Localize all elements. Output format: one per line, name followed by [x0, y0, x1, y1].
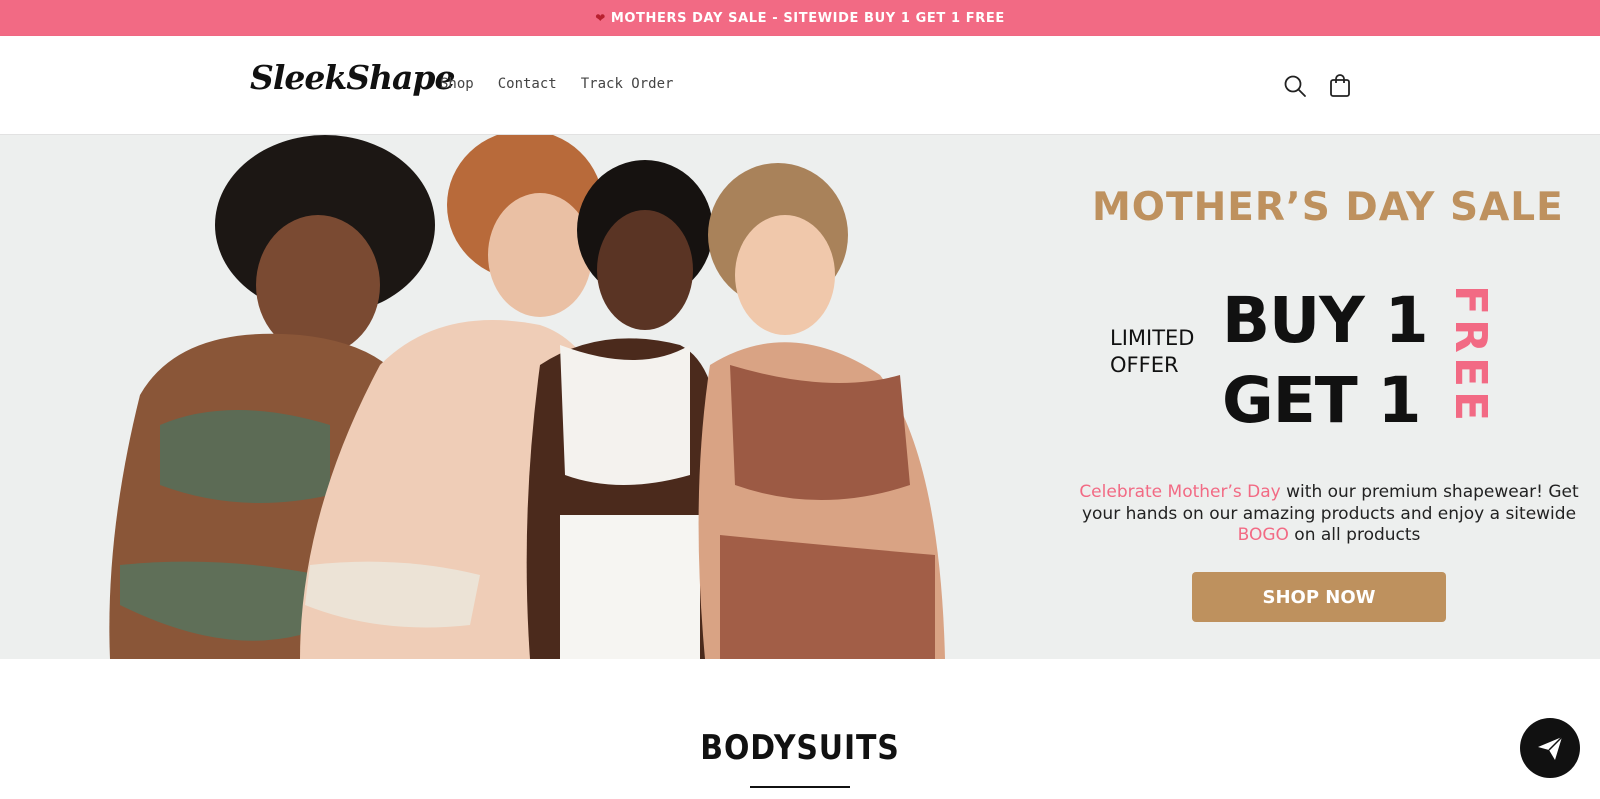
search-icon[interactable] — [1281, 72, 1309, 100]
promo-bogo: BOGO — [1237, 525, 1289, 545]
promo-panel: MOTHER’S DAY SALE LIMITED OFFER BUY 1 GE… — [1064, 135, 1600, 659]
bogo-line-1: BUY 1 — [1222, 284, 1429, 357]
bogo-line-2: GET 1 — [1222, 364, 1421, 437]
site-header: SleekShape Shop Contact Track Order — [0, 36, 1600, 135]
announcement-bar: ❤ MOTHERS DAY SALE - SITEWIDE BUY 1 GET … — [0, 0, 1600, 36]
logo[interactable]: SleekShape — [250, 58, 455, 97]
limited-line-1: LIMITED — [1110, 326, 1195, 350]
hero-banner: MOTHER’S DAY SALE LIMITED OFFER BUY 1 GE… — [0, 135, 1600, 659]
limited-line-2: OFFER — [1110, 353, 1179, 377]
promo-title: MOTHER’S DAY SALE — [1092, 185, 1564, 230]
shop-now-button[interactable]: SHOP NOW — [1192, 572, 1446, 622]
bogo-headline: BUY 1 GET 1 — [1222, 281, 1429, 441]
cart-icon[interactable] — [1326, 72, 1354, 100]
section-underline — [750, 786, 850, 788]
hearts-icon: ❤ — [595, 11, 606, 25]
send-icon — [1538, 736, 1563, 760]
hero-photo — [109, 135, 945, 659]
chat-button[interactable] — [1520, 718, 1580, 778]
free-label: FREE — [1445, 285, 1496, 426]
promo-description: Celebrate Mother’s Day with our premium … — [1064, 482, 1594, 547]
limited-offer: LIMITED OFFER — [1110, 325, 1194, 379]
promo-highlight: Celebrate Mother’s Day — [1079, 482, 1281, 502]
nav-track-order[interactable]: Track Order — [581, 76, 674, 92]
announcement-text: MOTHERS DAY SALE - SITEWIDE BUY 1 GET 1 … — [610, 10, 1005, 26]
main-nav: Shop Contact Track Order — [440, 76, 673, 92]
promo-text-part2: on all products — [1288, 525, 1421, 545]
section-title: BODYSUITS — [700, 728, 900, 768]
nav-shop[interactable]: Shop — [440, 76, 474, 92]
nav-contact[interactable]: Contact — [498, 76, 557, 92]
